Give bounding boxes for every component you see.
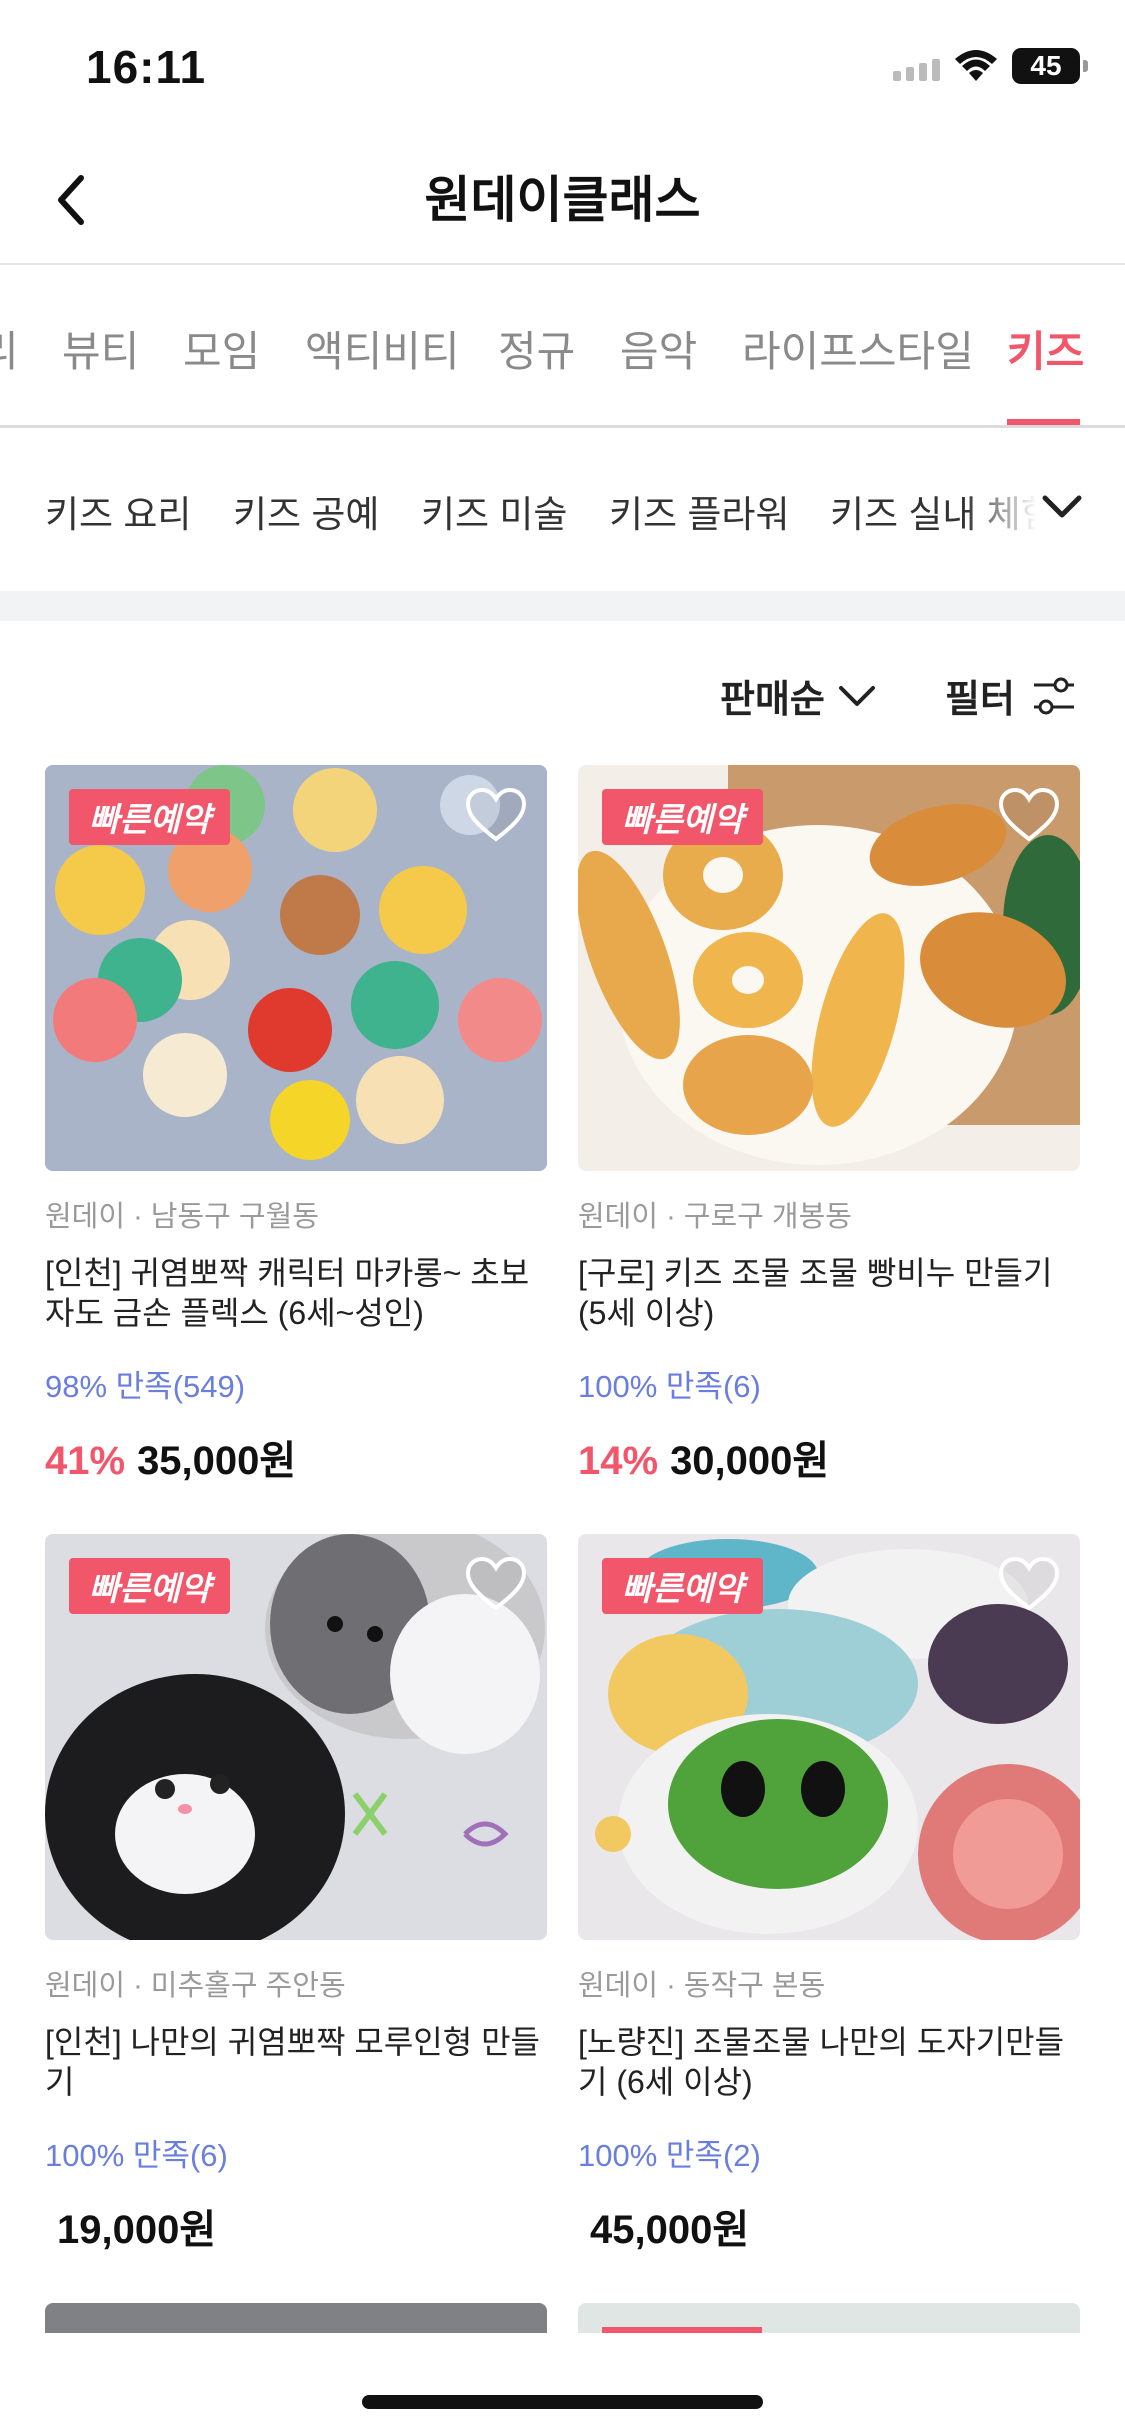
- wifi-icon: [955, 50, 997, 81]
- quick-booking-badge: 빠른예약: [602, 789, 764, 845]
- sort-label: 판매순: [720, 679, 825, 721]
- section-divider: [0, 591, 1125, 621]
- class-price: 41% 35,000원: [45, 1428, 547, 1486]
- class-price: 45,000원: [578, 2197, 1080, 2255]
- filter-label: 필터: [945, 679, 1015, 721]
- macaron-photo: 빠른예약: [45, 765, 547, 1171]
- discount-rate: 41%: [45, 1439, 126, 1483]
- quick-booking-badge: 빠른예약: [69, 1558, 231, 1614]
- quick-booking-badge: 빠른예약: [69, 789, 231, 845]
- class-title: [인천] 나만의 귀염뽀짝 모루인형 만들기: [45, 2024, 540, 2100]
- page-title: 원데이클래스: [424, 172, 701, 228]
- price-value: 35,000원: [137, 1439, 297, 1483]
- class-price: 19,000원: [45, 2197, 547, 2255]
- navigation-header: 원데이클래스: [0, 135, 1125, 265]
- chevron-down-icon: [838, 685, 875, 706]
- status-bar: 16:11 45: [0, 0, 1125, 135]
- active-tab-indicator: [1007, 419, 1080, 425]
- bottom-safe-area: [0, 2333, 1125, 2436]
- subtab-kids-cooking[interactable]: 키즈 요리: [45, 484, 191, 538]
- chevron-down-icon[interactable]: [1037, 481, 1087, 531]
- bread-soap-photo: 빠른예약: [578, 765, 1080, 1171]
- sliders-icon: [1033, 677, 1074, 714]
- ceramic-plate-photo: 빠른예약: [578, 1534, 1080, 1940]
- class-rating: 100% 만족(6): [578, 1369, 761, 1404]
- tab-beauty[interactable]: 뷰티: [62, 318, 139, 379]
- category-tabs: 리 뷰티 모임 액티비티 정규 음악 라이프스타일 키즈: [0, 270, 1125, 428]
- class-card[interactable]: 빠른예약 원데이 · 구로구 개봉동 [구로] 키즈 조물 조물 빵비누 만들기…: [578, 765, 1080, 1486]
- class-title: [노량진] 조물조물 나만의 도자기만들기 (6세 이상): [578, 2024, 1065, 2100]
- quick-booking-badge: 빠른예약: [602, 1558, 764, 1614]
- class-location: 원데이 · 구로구 개봉동: [578, 1201, 852, 1233]
- tab-previous-partial[interactable]: 리: [0, 318, 19, 379]
- class-location: 원데이 · 남동구 구월동: [45, 1201, 319, 1233]
- price-value: 45,000원: [590, 2208, 750, 2252]
- sort-dropdown[interactable]: 판매순: [720, 668, 877, 723]
- heart-icon[interactable]: [465, 1556, 527, 1612]
- tab-regular[interactable]: 정규: [498, 318, 575, 379]
- discount-rate: 14%: [578, 1439, 659, 1483]
- class-rating: 100% 만족(2): [578, 2138, 761, 2173]
- price-value: 19,000원: [57, 2208, 217, 2252]
- sort-filter-bar: 판매순 필터: [0, 660, 1125, 730]
- tab-lifestyle[interactable]: 라이프스타일: [742, 318, 974, 379]
- home-indicator[interactable]: [362, 2395, 763, 2409]
- heart-icon[interactable]: [465, 787, 527, 843]
- class-rating: 100% 만족(6): [45, 2138, 228, 2173]
- class-card[interactable]: 빠른예약 원데이 · 동작구 본동 [노량진] 조물조물 나만의 도자기만들기 …: [578, 1534, 1080, 2255]
- subtab-kids-craft[interactable]: 키즈 공예: [233, 484, 379, 538]
- cellular-signal-icon: [893, 51, 940, 81]
- price-value: 30,000원: [670, 1439, 830, 1483]
- subtab-kids-art[interactable]: 키즈 미술: [421, 484, 567, 538]
- tab-activity[interactable]: 액티비티: [305, 318, 460, 379]
- class-card[interactable]: 빠른예약 원데이 · 미추홀구 주안동 [인천] 나만의 귀염뽀짝 모루인형 만…: [45, 1534, 547, 2255]
- class-location: 원데이 · 동작구 본동: [578, 1970, 826, 2002]
- class-location: 원데이 · 미추홀구 주안동: [45, 1970, 346, 2002]
- subtab-kids-flower[interactable]: 키즈 플라워: [609, 484, 789, 538]
- heart-icon[interactable]: [998, 787, 1060, 843]
- heart-icon[interactable]: [998, 1556, 1060, 1612]
- class-title: [인천] 귀염뽀짝 캐릭터 마카롱~ 초보자도 금손 플렉스 (6세~성인): [45, 1255, 530, 1331]
- class-title: [구로] 키즈 조물 조물 빵비누 만들기 (5세 이상): [578, 1255, 1053, 1331]
- class-rating: 98% 만족(549): [45, 1369, 246, 1404]
- status-icons: 45: [893, 48, 1088, 84]
- status-time: 16:11: [86, 41, 207, 93]
- mohair-doll-photo: 빠른예약: [45, 1534, 547, 1940]
- tab-meeting[interactable]: 모임: [183, 318, 260, 379]
- tab-kids[interactable]: 키즈: [1007, 318, 1084, 379]
- subcategory-tabs: 키즈 요리 키즈 공예 키즈 미술 키즈 플라워 키즈 실내 체험: [0, 431, 1125, 591]
- tab-music[interactable]: 음악: [620, 318, 697, 379]
- filter-button[interactable]: 필터: [945, 668, 1077, 723]
- class-price: 14% 30,000원: [578, 1428, 1080, 1486]
- battery-icon: 45: [1012, 48, 1088, 84]
- class-card[interactable]: 빠른예약 원데이 · 남동구 구월동 [인천] 귀염뽀짝 캐릭터 마카롱~ 초보…: [45, 765, 547, 1486]
